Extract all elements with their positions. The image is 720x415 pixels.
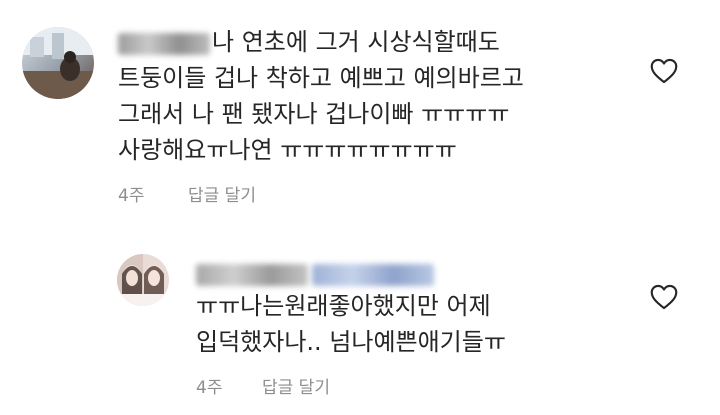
heart-outline-icon: [650, 284, 678, 310]
avatar[interactable]: [22, 27, 94, 99]
comment-body-line: 사랑해요ㅠ나연 ㅠㅠㅠㅠㅠㅠㅠㅠ: [118, 136, 457, 164]
comment-body-line: 트둥이들 겁나 착하고 예쁘고 예의바르고: [118, 64, 524, 92]
avatar-photo: [117, 254, 169, 306]
comment-body: 나 연초에 그거 시상식할때도: [212, 28, 500, 56]
reply-button[interactable]: 답글 달기: [262, 373, 330, 398]
heart-outline-icon: [650, 58, 678, 84]
like-button[interactable]: [650, 58, 678, 84]
comment-body-line: 그래서 나 팬 됐자나 겁나이빠 ㅠㅠㅠㅠ: [118, 100, 510, 128]
like-button[interactable]: [650, 284, 678, 310]
avatar[interactable]: [117, 254, 169, 306]
comment-timestamp[interactable]: 4주: [118, 181, 144, 206]
mention-blurred[interactable]: [312, 264, 434, 286]
reply-button[interactable]: 답글 달기: [188, 181, 256, 206]
avatar-photo: [22, 27, 94, 99]
comment-timestamp[interactable]: 4주: [196, 373, 222, 398]
comment-body-line: 입덕했자나.. 넘나예쁜애기들ㅠ: [196, 328, 506, 356]
comment-body: ㅠㅠ나는원래좋아했지만 어제: [196, 292, 491, 320]
username-blurred[interactable]: [118, 33, 210, 55]
username-blurred[interactable]: [196, 264, 308, 286]
